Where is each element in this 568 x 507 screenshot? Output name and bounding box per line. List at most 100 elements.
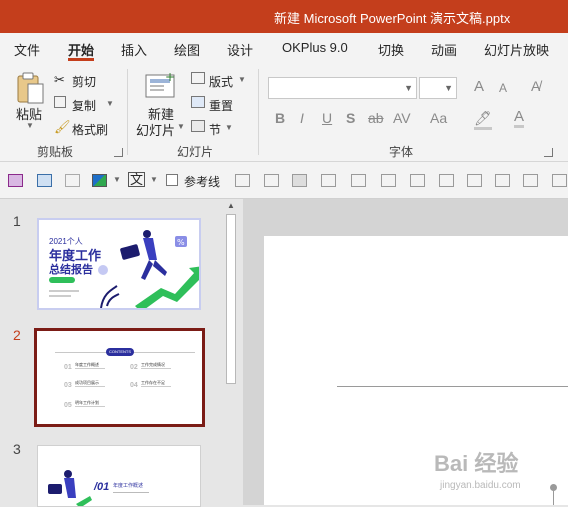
- layout-button[interactable]: 版式: [209, 73, 233, 90]
- clipboard-launcher-icon[interactable]: [114, 148, 123, 157]
- underline-button[interactable]: U: [322, 110, 332, 126]
- ungroup-icon[interactable]: [264, 174, 279, 187]
- scrollbar-thumb[interactable]: [226, 214, 236, 384]
- tab-design[interactable]: 设计: [227, 40, 253, 59]
- italic-button[interactable]: I: [300, 110, 304, 126]
- rotation-handle[interactable]: [550, 484, 557, 491]
- cut-icon[interactable]: ✂: [54, 72, 65, 88]
- tab-animations[interactable]: 动画: [431, 40, 457, 59]
- slide-canvas[interactable]: [264, 236, 568, 505]
- thumbnail-scrollbar[interactable]: ▲: [224, 199, 238, 505]
- section-chevron-icon[interactable]: ▼: [225, 123, 233, 132]
- delete-slide-icon[interactable]: [65, 174, 80, 187]
- slide-number: 1: [13, 213, 21, 229]
- strikethrough-button[interactable]: ab: [368, 110, 384, 126]
- tab-draw[interactable]: 绘图: [174, 40, 200, 59]
- align-right-icon[interactable]: [523, 174, 538, 187]
- thumb-contents-pill: CONTENTS: [106, 348, 134, 356]
- scroll-up-icon[interactable]: ▲: [227, 201, 235, 210]
- font-group-label: 字体: [389, 145, 414, 159]
- new-slide-chevron-icon[interactable]: ▼: [177, 122, 185, 131]
- save-icon[interactable]: [8, 174, 23, 187]
- slide-icon[interactable]: [37, 174, 52, 187]
- slide-content-line: [337, 386, 568, 387]
- slide-number: 2: [13, 327, 21, 343]
- slide-thumbnail-2-selected[interactable]: CONTENTS 01 年度工作概述 02 工作完成情况 03 成功项目展示 0…: [34, 328, 205, 427]
- clear-format-icon[interactable]: A̸: [531, 78, 540, 94]
- thumb-section-number: /01: [94, 481, 110, 493]
- tab-slideshow[interactable]: 幻灯片放映: [484, 40, 549, 59]
- layout-icon[interactable]: [191, 72, 205, 84]
- reset-button[interactable]: 重置: [209, 97, 233, 114]
- align-left-icon[interactable]: [439, 174, 454, 187]
- tab-home[interactable]: 开始: [68, 40, 94, 59]
- grow-font-icon[interactable]: A: [474, 78, 484, 95]
- copy-button[interactable]: 复制: [72, 97, 96, 114]
- format-painter-icon[interactable]: 🖌: [54, 119, 71, 135]
- send-backward-icon[interactable]: [321, 174, 336, 187]
- thumb-text-line: [49, 295, 71, 297]
- reset-icon[interactable]: [191, 96, 205, 108]
- copy-icon[interactable]: [54, 96, 66, 108]
- text-direction-icon[interactable]: 文: [128, 172, 146, 187]
- align-top-icon[interactable]: [381, 174, 396, 187]
- thumb-text-line: [49, 290, 79, 292]
- tab-okplus[interactable]: OKPlus 9.0: [282, 40, 348, 55]
- chevron-down-icon[interactable]: ▼: [150, 175, 158, 184]
- cut-button[interactable]: 剪切: [72, 73, 96, 90]
- baidu-watermark-url: jingyan.baidu.com: [440, 480, 521, 491]
- font-size-select[interactable]: ▼: [419, 77, 457, 99]
- thumb-text-line: [75, 386, 105, 387]
- format-painter-button[interactable]: 格式刷: [72, 121, 108, 138]
- guides-label: 参考线: [184, 175, 221, 189]
- chevron-down-icon: ▼: [444, 83, 453, 93]
- char-spacing-button[interactable]: AV: [393, 110, 411, 126]
- group-divider: [127, 69, 128, 155]
- active-tab-indicator: [68, 58, 94, 61]
- distribute-icon[interactable]: [552, 174, 567, 187]
- tab-insert[interactable]: 插入: [121, 40, 147, 59]
- paste-chevron-icon[interactable]: ▼: [26, 121, 34, 130]
- font-family-select[interactable]: ▼: [268, 77, 417, 99]
- align-center-icon[interactable]: [467, 174, 482, 187]
- slide-thumbnail-1[interactable]: 2021个人 年度工作 总结报告 %: [37, 218, 201, 310]
- align-middle-icon[interactable]: [495, 174, 510, 187]
- handle-stem: [553, 491, 554, 505]
- quick-access-toolbar: ▼ 文 ▼ 参考线: [0, 162, 568, 199]
- thumb-section-label: 年度工作概述: [113, 483, 144, 489]
- thumb-title-2: 总结报告: [49, 264, 93, 276]
- new-slide-label-2[interactable]: 幻灯片: [136, 120, 175, 139]
- tab-transitions[interactable]: 切换: [378, 40, 404, 59]
- paste-button[interactable]: [16, 71, 46, 108]
- bring-forward-icon[interactable]: [292, 174, 307, 187]
- chevron-down-icon[interactable]: ▼: [113, 175, 121, 184]
- shrink-font-icon[interactable]: A: [499, 81, 507, 95]
- layout-chevron-icon[interactable]: ▼: [238, 75, 246, 84]
- tab-file[interactable]: 文件: [14, 40, 40, 59]
- change-case-button[interactable]: Aa: [430, 110, 447, 126]
- thumb-text-line: [75, 368, 105, 369]
- new-slide-icon[interactable]: +: [145, 70, 177, 104]
- section-button[interactable]: 节: [209, 121, 221, 138]
- color-scheme-icon[interactable]: [92, 174, 107, 187]
- thumb-text-line: [141, 386, 171, 387]
- copy-chevron-icon[interactable]: ▼: [106, 99, 114, 108]
- slide-thumbnail-3[interactable]: /01 年度工作概述: [37, 445, 201, 507]
- highlight-icon[interactable]: 🖊: [474, 110, 492, 130]
- svg-text:+: +: [165, 71, 175, 84]
- group-icon[interactable]: [235, 174, 250, 187]
- thumb-item-number: 03: [64, 382, 72, 389]
- section-icon[interactable]: [191, 120, 205, 132]
- baidu-watermark: Bai 经验: [434, 451, 519, 476]
- font-launcher-icon[interactable]: [544, 148, 553, 157]
- font-color-icon[interactable]: A: [514, 108, 525, 128]
- thumb-item-number: 01: [64, 364, 72, 371]
- slide-number: 3: [13, 441, 21, 457]
- align-bottom-icon[interactable]: [410, 174, 425, 187]
- chevron-down-icon: ▼: [404, 83, 413, 93]
- slides-group-label: 幻灯片: [177, 145, 214, 159]
- selection-pane-icon[interactable]: [351, 174, 366, 187]
- guides-checkbox[interactable]: [166, 174, 178, 186]
- bold-button[interactable]: B: [275, 110, 285, 126]
- shadow-button[interactable]: S: [346, 110, 355, 126]
